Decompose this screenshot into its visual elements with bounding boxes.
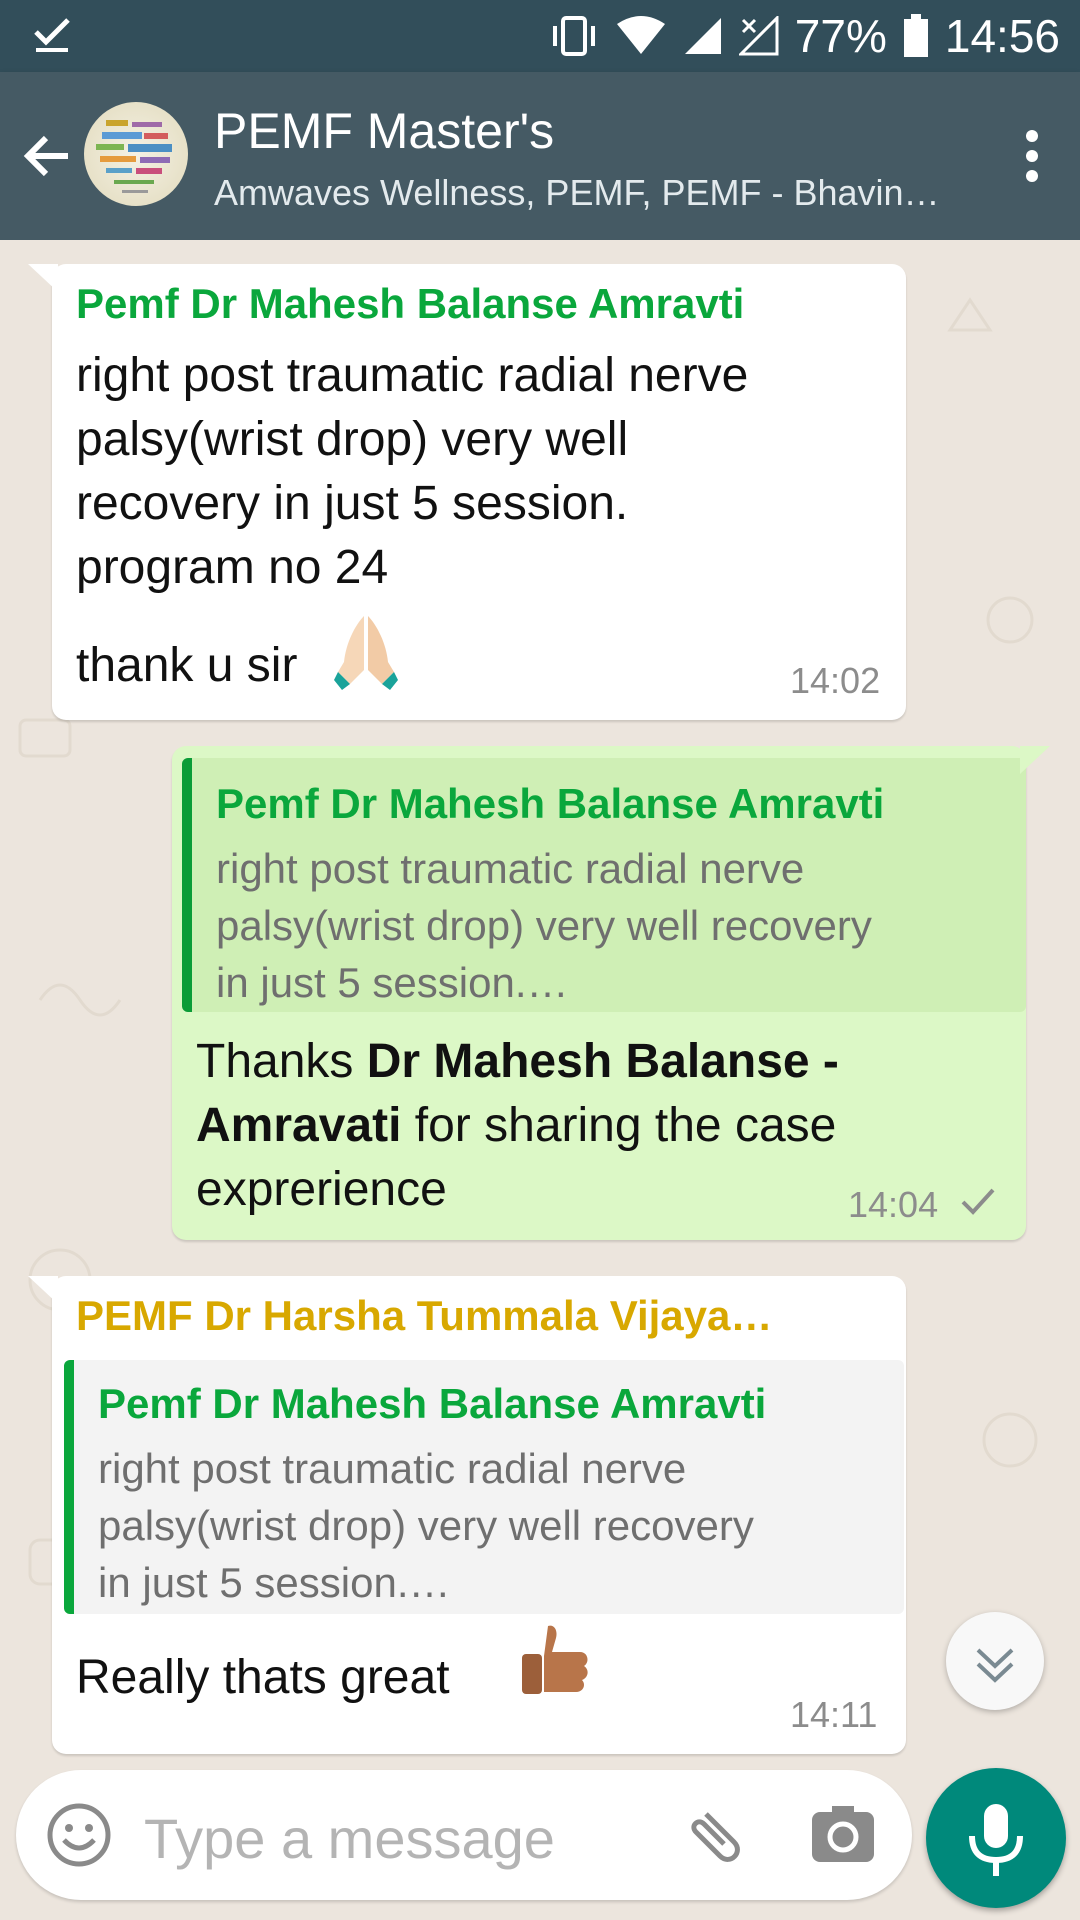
chat-header: PEMF Master's Amwaves Wellness, PEMF, PE… [0,72,1080,240]
message-text: right post traumatic radial nerve palsy(… [76,349,749,594]
incoming-tail [28,264,58,292]
more-vert-icon[interactable] [1024,130,1040,182]
battery-percent: 77% [794,10,887,62]
emoji-icon[interactable] [46,1802,112,1868]
message-sender[interactable]: Pemf Dr Mahesh Balanse Amravti [76,280,744,328]
message-sender[interactable]: PEMF Dr Harsha Tummala Vijaya… [76,1292,772,1340]
outgoing-tail [1020,746,1050,774]
camera-icon[interactable] [810,1802,876,1868]
message-bubble-outgoing[interactable]: Pemf Dr Mahesh Balanse Amravti right pos… [172,746,1026,1240]
message-composer[interactable]: Type a message [16,1770,912,1900]
folded-hands-emoji [334,616,398,690]
battery-icon [903,14,928,57]
quoted-text: right post traumatic radial nerve palsy(… [98,1445,754,1606]
quoted-text: right post traumatic radial nerve palsy(… [216,845,872,1006]
message-bubble-incoming[interactable]: PEMF Dr Harsha Tummala Vijaya… Pemf Dr M… [52,1276,906,1754]
scroll-to-bottom-button[interactable] [946,1612,1044,1710]
message-text: Really thats great [76,1651,450,1704]
message-bubble-incoming[interactable]: Pemf Dr Mahesh Balanse Amravti right pos… [52,264,906,720]
message-input[interactable]: Type a message [144,1806,555,1871]
group-title[interactable]: PEMF Master's [214,102,554,160]
attach-icon[interactable] [676,1800,746,1870]
download-done-icon [34,18,70,52]
quoted-message[interactable]: Pemf Dr Mahesh Balanse Amravti right pos… [182,758,1026,1012]
group-avatar[interactable] [84,102,188,206]
wifi-icon [616,16,665,54]
message-time: 14:02 [790,660,881,701]
mic-icon [969,1804,1023,1876]
status-bar: 77% 14:56 [0,0,1080,72]
incoming-tail [28,1276,58,1304]
message-time: 14:04 [848,1184,939,1225]
message-text-last-line: thank u sir [76,639,298,692]
thumbs-up-emoji [522,1625,588,1694]
signal-icon [684,18,721,54]
message-time: 14:11 [790,1694,878,1735]
chat-area[interactable]: Pemf Dr Mahesh Balanse Amravti right pos… [0,240,1080,1770]
scroll-down-icon [976,1648,1014,1683]
no-signal-icon [738,16,779,56]
vibrate-icon [552,16,595,56]
clock: 14:56 [944,10,1060,62]
quoted-sender: Pemf Dr Mahesh Balanse Amravti [216,780,885,827]
quoted-message[interactable]: Pemf Dr Mahesh Balanse Amravti right pos… [64,1360,904,1614]
group-members[interactable]: Amwaves Wellness, PEMF, PEMF - Bhavin… [214,172,974,214]
quoted-sender: Pemf Dr Mahesh Balanse Amravti [98,1380,767,1427]
voice-message-button[interactable] [926,1768,1066,1908]
back-arrow-icon[interactable] [20,128,76,184]
single-check-icon [961,1188,995,1215]
